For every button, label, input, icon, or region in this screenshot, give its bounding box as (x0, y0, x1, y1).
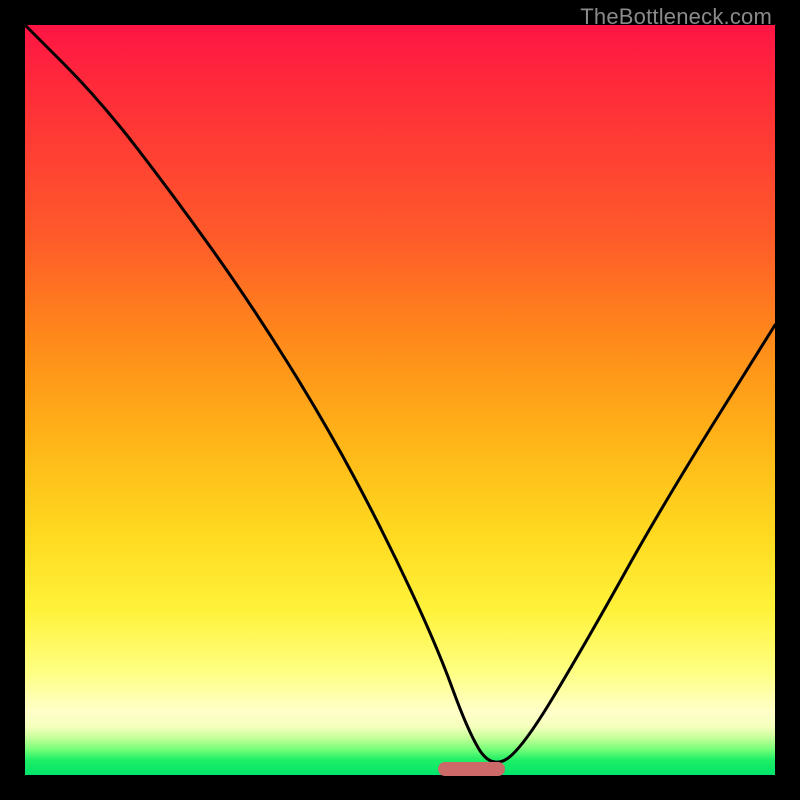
plot-area (25, 25, 775, 775)
watermark-text: TheBottleneck.com (580, 4, 772, 30)
optimal-range-marker (438, 762, 506, 776)
curve-path (25, 25, 775, 762)
bottleneck-curve (25, 25, 775, 775)
chart-frame: TheBottleneck.com (0, 0, 800, 800)
